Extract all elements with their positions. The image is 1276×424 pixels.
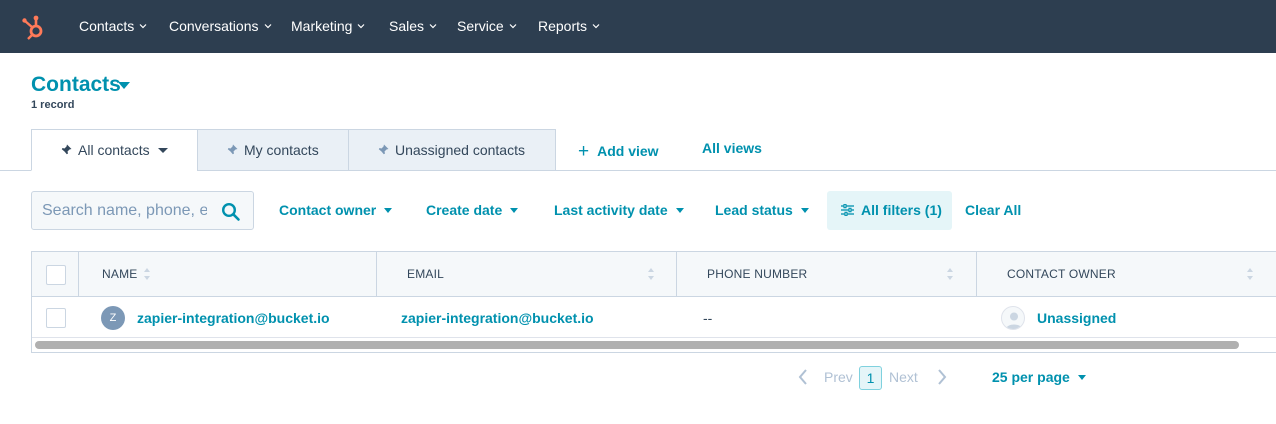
nav-item-label: Conversations [169,18,259,34]
top-nav: Contacts Conversations Marketing Sales S… [0,0,1276,53]
add-view-button[interactable]: + Add view [578,140,659,162]
chevron-down-icon [139,24,147,29]
tab-unassigned-contacts[interactable]: Unassigned contacts [348,129,556,171]
prev-label: Prev [824,369,853,385]
per-page-label: 25 per page [992,369,1070,385]
table-row: Z zapier-integration@bucket.io zapier-in… [32,298,1276,338]
tab-label: My contacts [244,142,319,158]
clear-all-button[interactable]: Clear All [965,202,1021,218]
select-all-checkbox[interactable] [46,265,66,285]
add-view-label: Add view [597,143,659,159]
pin-icon [61,144,72,155]
title-caret-icon[interactable] [118,82,130,89]
caret-down-icon [510,207,519,213]
filter-label: Contact owner [279,202,377,218]
search-icon[interactable] [221,202,241,222]
contacts-table: NAME EMAIL PHONE NUMBER CONTACT OWNER Z … [31,251,1276,353]
chevron-down-icon [429,24,437,29]
next-page-button[interactable]: Next [889,369,918,385]
column-header-name[interactable]: NAME [102,252,137,297]
record-count: 1 record [31,99,75,111]
caret-down-icon [675,207,684,213]
all-filters-label: All filters (1) [861,202,942,218]
prev-page-button[interactable]: Prev [824,369,853,385]
filter-label: Create date [426,202,503,218]
chevron-left-icon[interactable] [798,368,808,386]
contact-owner-link[interactable]: Unassigned [1037,310,1116,326]
horizontal-scrollbar[interactable] [35,341,1239,349]
caret-down-icon [384,207,393,213]
column-header-phone-number[interactable]: PHONE NUMBER [707,252,807,297]
page-title[interactable]: Contacts [31,73,121,97]
contact-email-link[interactable]: zapier-integration@bucket.io [401,310,594,326]
sort-icon[interactable] [143,267,151,281]
nav-item-sales[interactable]: Sales [389,0,437,53]
column-divider [976,252,977,297]
per-page-dropdown[interactable]: 25 per page [992,369,1086,385]
nav-item-contacts[interactable]: Contacts [79,0,147,53]
nav-item-conversations[interactable]: Conversations [169,0,272,53]
column-header-contact-owner[interactable]: CONTACT OWNER [1007,252,1116,297]
caret-down-icon [800,207,809,213]
tab-label: All contacts [78,142,150,158]
column-divider [78,252,79,297]
next-label: Next [889,369,918,385]
chevron-down-icon [358,24,365,29]
nav-item-label: Contacts [79,18,135,34]
column-divider [376,252,377,297]
chevron-right-icon[interactable] [937,368,947,386]
chevron-down-icon [264,24,271,29]
filter-label: Lead status [715,202,793,218]
caret-down-icon [1077,374,1086,380]
caret-down-icon[interactable] [157,147,168,153]
tab-all-contacts[interactable]: All contacts [31,129,198,171]
search-input[interactable] [42,201,207,221]
nav-item-reports[interactable]: Reports [538,0,600,53]
all-views-link[interactable]: All views [702,140,762,156]
column-header-email[interactable]: EMAIL [407,252,444,297]
nav-item-service[interactable]: Service [457,0,517,53]
sort-icon[interactable] [1246,267,1254,281]
nav-item-label: Marketing [291,18,353,34]
pin-icon [378,144,389,155]
contact-owner-filter[interactable]: Contact owner [279,202,393,218]
table-header: NAME EMAIL PHONE NUMBER CONTACT OWNER [32,252,1276,297]
pin-icon [227,144,238,155]
tab-label: Unassigned contacts [395,142,525,158]
row-checkbox[interactable] [46,308,66,328]
sort-icon[interactable] [647,267,655,281]
create-date-filter[interactable]: Create date [426,202,519,218]
user-avatar-icon [1001,306,1025,330]
filter-label: Last activity date [554,202,668,218]
search-box [31,191,254,230]
lead-status-filter[interactable]: Lead status [715,202,809,218]
sliders-icon [841,204,854,216]
current-page[interactable]: 1 [859,366,882,390]
contact-name-link[interactable]: zapier-integration@bucket.io [137,310,330,326]
nav-item-marketing[interactable]: Marketing [291,0,365,53]
last-activity-date-filter[interactable]: Last activity date [554,202,684,218]
plus-icon: + [578,141,590,162]
nav-item-label: Service [457,18,504,34]
chevron-down-icon [509,24,517,29]
contact-phone: -- [703,310,713,326]
avatar: Z [101,306,125,330]
sort-icon[interactable] [946,267,954,281]
nav-item-label: Sales [389,18,425,34]
chevron-down-icon [592,24,600,29]
tab-my-contacts[interactable]: My contacts [197,129,349,171]
column-divider [676,252,677,297]
nav-item-label: Reports [538,18,588,34]
all-filters-button[interactable]: All filters (1) [827,191,952,230]
hubspot-logo-icon[interactable] [20,12,50,42]
